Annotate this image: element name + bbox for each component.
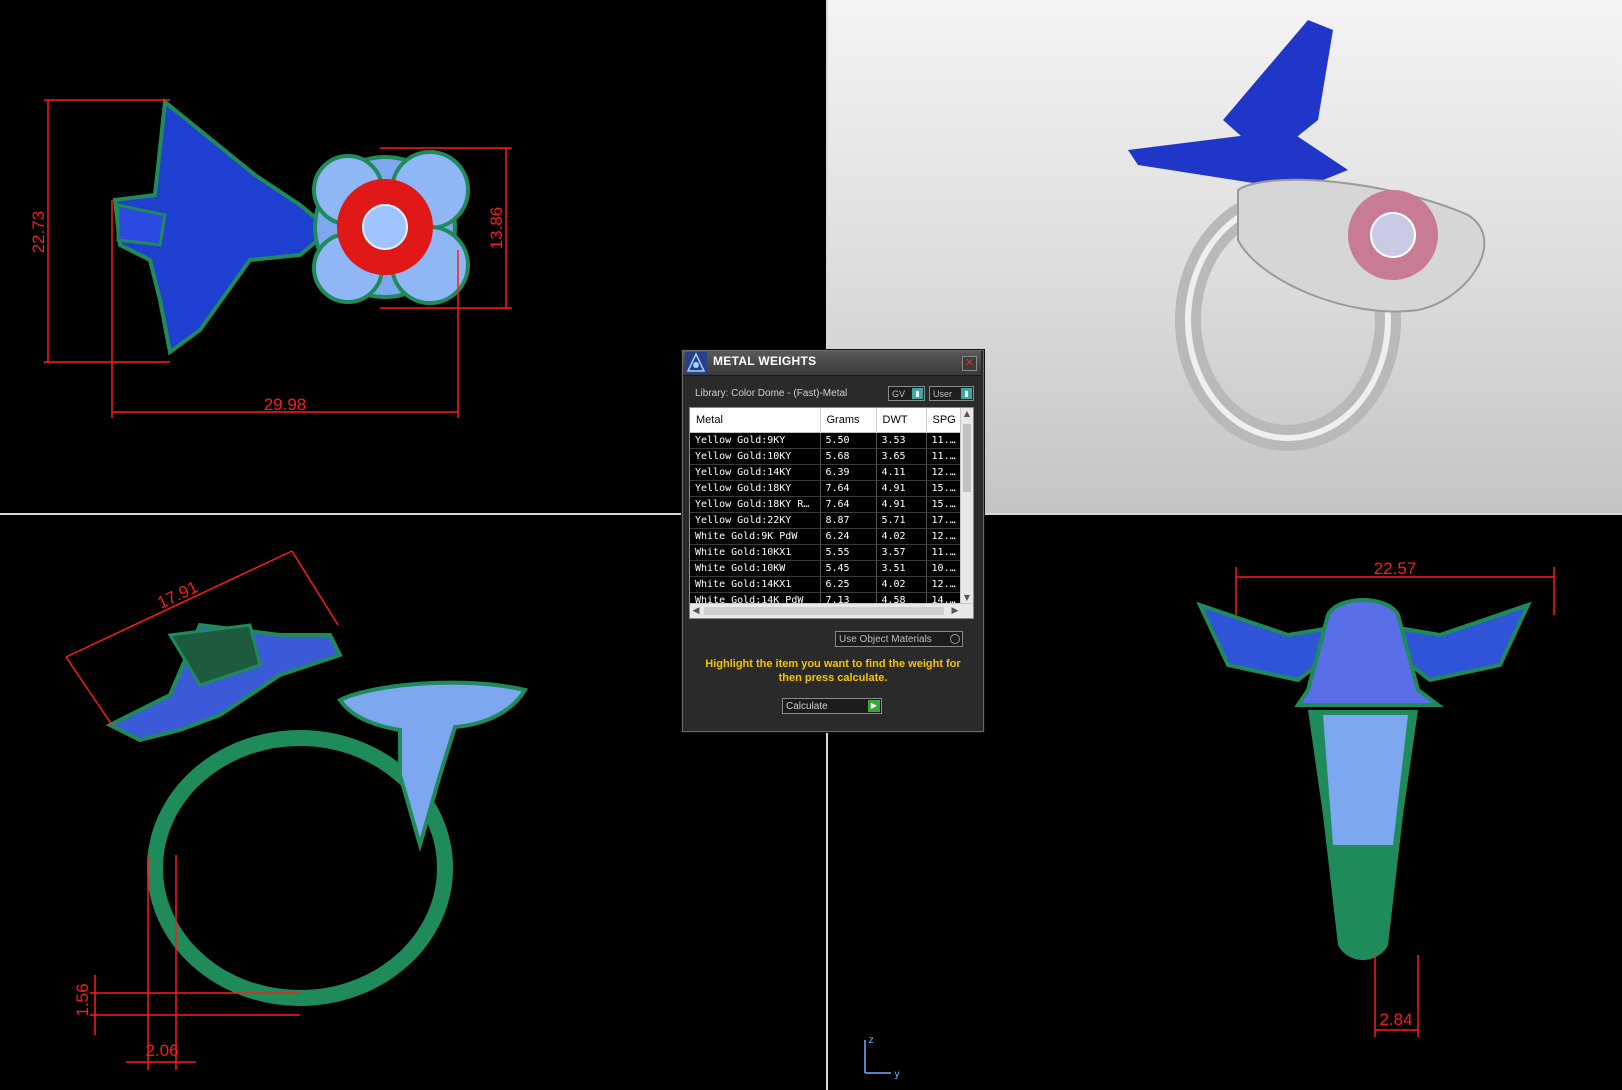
cell-dwt: 4.91: [876, 496, 927, 513]
dim-front-thick: 1.56: [73, 983, 92, 1016]
cell-grams: 5.68: [820, 448, 877, 465]
cell-metal: Yellow Gold:9KY: [690, 432, 821, 449]
user-toggle[interactable]: User ▮: [929, 386, 974, 401]
dialog-titlebar[interactable]: METAL WEIGHTS ✕: [683, 351, 981, 376]
cell-grams: 7.64: [820, 496, 877, 513]
dim-top-width: 29.98: [264, 395, 307, 414]
cell-metal: Yellow Gold:14KY: [690, 464, 821, 481]
cell-dwt: 4.02: [876, 528, 927, 545]
column-header-metal[interactable]: Metal: [690, 408, 821, 433]
user-toggle-label: User: [933, 389, 953, 399]
cell-metal: White Gold:14KX1: [690, 576, 821, 593]
dim-right-width: 22.57: [1374, 559, 1417, 578]
table-row[interactable]: Yellow Gold:18KY R... 7.64 4.91 15.41: [690, 496, 963, 513]
cell-metal: Yellow Gold:10KY: [690, 448, 821, 465]
cell-metal: Yellow Gold:22KY: [690, 512, 821, 529]
hint-text: Highlight the item you want to find the …: [705, 658, 961, 684]
scroll-thumb[interactable]: [963, 424, 971, 492]
flower-top: [312, 150, 470, 305]
cell-metal: Yellow Gold:18KY: [690, 480, 821, 497]
axis-y-label: y: [894, 1069, 900, 1080]
user-toggle-icon: ▮: [961, 388, 972, 399]
axis-z-label: z: [868, 1035, 874, 1046]
cell-dwt: 4.11: [876, 464, 927, 481]
cell-spg: 15.41: [926, 480, 963, 497]
table-horizontal-scrollbar[interactable]: ◀ ▶: [690, 603, 973, 618]
cell-dwt: 4.02: [876, 576, 927, 593]
cell-dwt: 3.57: [876, 544, 927, 561]
cell-spg: 10.99: [926, 560, 963, 577]
dim-front-diag: 17.91: [154, 577, 201, 612]
cell-grams: 5.45: [820, 560, 877, 577]
scroll-thumb-horizontal[interactable]: [704, 607, 944, 615]
cell-spg: 17.89: [926, 512, 963, 529]
column-header-spg[interactable]: SPG: [926, 408, 963, 433]
dialog-title: METAL WEIGHTS: [713, 354, 817, 368]
cell-grams: 7.64: [820, 480, 877, 497]
dim-top-height: 22.73: [29, 211, 48, 254]
table-row[interactable]: Yellow Gold:14KY 6.39 4.11 12.88: [690, 464, 963, 481]
cell-grams: 8.87: [820, 512, 877, 529]
dim-top-flower: 13.86: [487, 207, 506, 250]
cell-dwt: 3.65: [876, 448, 927, 465]
use-object-materials-option[interactable]: Use Object Materials: [835, 631, 963, 647]
gv-toggle[interactable]: GV ▮: [888, 386, 925, 401]
scroll-up-icon[interactable]: ▲: [961, 408, 973, 420]
cell-spg: 12.59: [926, 528, 963, 545]
cell-metal: White Gold:9K PdW: [690, 528, 821, 545]
dim-right-shank: 2.84: [1379, 1010, 1412, 1029]
play-icon: ▶: [868, 700, 880, 712]
table-row[interactable]: Yellow Gold:10KY 5.68 3.65 11.45: [690, 448, 963, 465]
column-header-grams[interactable]: Grams: [820, 408, 877, 433]
cell-dwt: 5.71: [876, 512, 927, 529]
table-row[interactable]: White Gold:10KW 5.45 3.51 10.99: [690, 560, 963, 577]
metal-weights-dialog: METAL WEIGHTS ✕ Library: Color Dome - (F…: [682, 350, 984, 732]
table-row[interactable]: Yellow Gold:18KY 7.64 4.91 15.41: [690, 480, 963, 497]
axis-gizmo: z y: [864, 1035, 900, 1080]
cell-metal: White Gold:10KX1: [690, 544, 821, 561]
gv-toggle-icon: ▮: [912, 388, 923, 399]
cell-grams: 5.55: [820, 544, 877, 561]
close-icon[interactable]: ✕: [962, 356, 977, 371]
cell-spg: 11.19: [926, 544, 963, 561]
cell-spg: 12.88: [926, 464, 963, 481]
table-header-row: Metal Grams DWT SPG: [690, 408, 963, 433]
cell-metal: Yellow Gold:18KY R...: [690, 496, 821, 513]
table-row[interactable]: White Gold:10KX1 5.55 3.57 11.19: [690, 544, 963, 561]
cell-spg: 15.41: [926, 496, 963, 513]
library-label: Library: Color Dome - (Fast)-Metal: [695, 388, 848, 399]
cell-spg: 11.45: [926, 448, 963, 465]
table-row[interactable]: Yellow Gold:9KY 5.50 3.53 11.08: [690, 432, 963, 449]
dim-front-width: 2.06: [145, 1041, 178, 1060]
cell-spg: 12.61: [926, 576, 963, 593]
app-logo-icon: [685, 352, 707, 374]
calculate-button[interactable]: Calculate ▶: [782, 698, 882, 714]
cell-grams: 5.50: [820, 432, 877, 449]
cell-metal: White Gold:10KW: [690, 560, 821, 577]
table-row[interactable]: Yellow Gold:22KY 8.87 5.71 17.89: [690, 512, 963, 529]
column-header-dwt[interactable]: DWT: [876, 408, 927, 433]
radio-icon[interactable]: [950, 634, 960, 644]
cell-grams: 6.25: [820, 576, 877, 593]
cell-spg: 11.08: [926, 432, 963, 449]
cell-dwt: 3.53: [876, 432, 927, 449]
cell-dwt: 4.91: [876, 480, 927, 497]
gv-toggle-label: GV: [892, 389, 906, 399]
cell-grams: 6.24: [820, 528, 877, 545]
calculate-label: Calculate: [786, 701, 828, 712]
scroll-right-icon[interactable]: ▶: [949, 604, 961, 618]
use-object-materials-label: Use Object Materials: [839, 634, 932, 645]
table-row[interactable]: White Gold:9K PdW 6.24 4.02 12.59: [690, 528, 963, 545]
hummingbird-top: [112, 98, 334, 356]
table-row[interactable]: White Gold:14KX1 6.25 4.02 12.61: [690, 576, 963, 593]
cell-grams: 6.39: [820, 464, 877, 481]
table-vertical-scrollbar[interactable]: ▲ ▼: [960, 408, 973, 604]
cell-dwt: 3.51: [876, 560, 927, 577]
metal-weights-table[interactable]: Metal Grams DWT SPG Yellow Gold:9KY 5.50 3…: [689, 407, 974, 619]
scroll-left-icon[interactable]: ◀: [690, 604, 702, 618]
